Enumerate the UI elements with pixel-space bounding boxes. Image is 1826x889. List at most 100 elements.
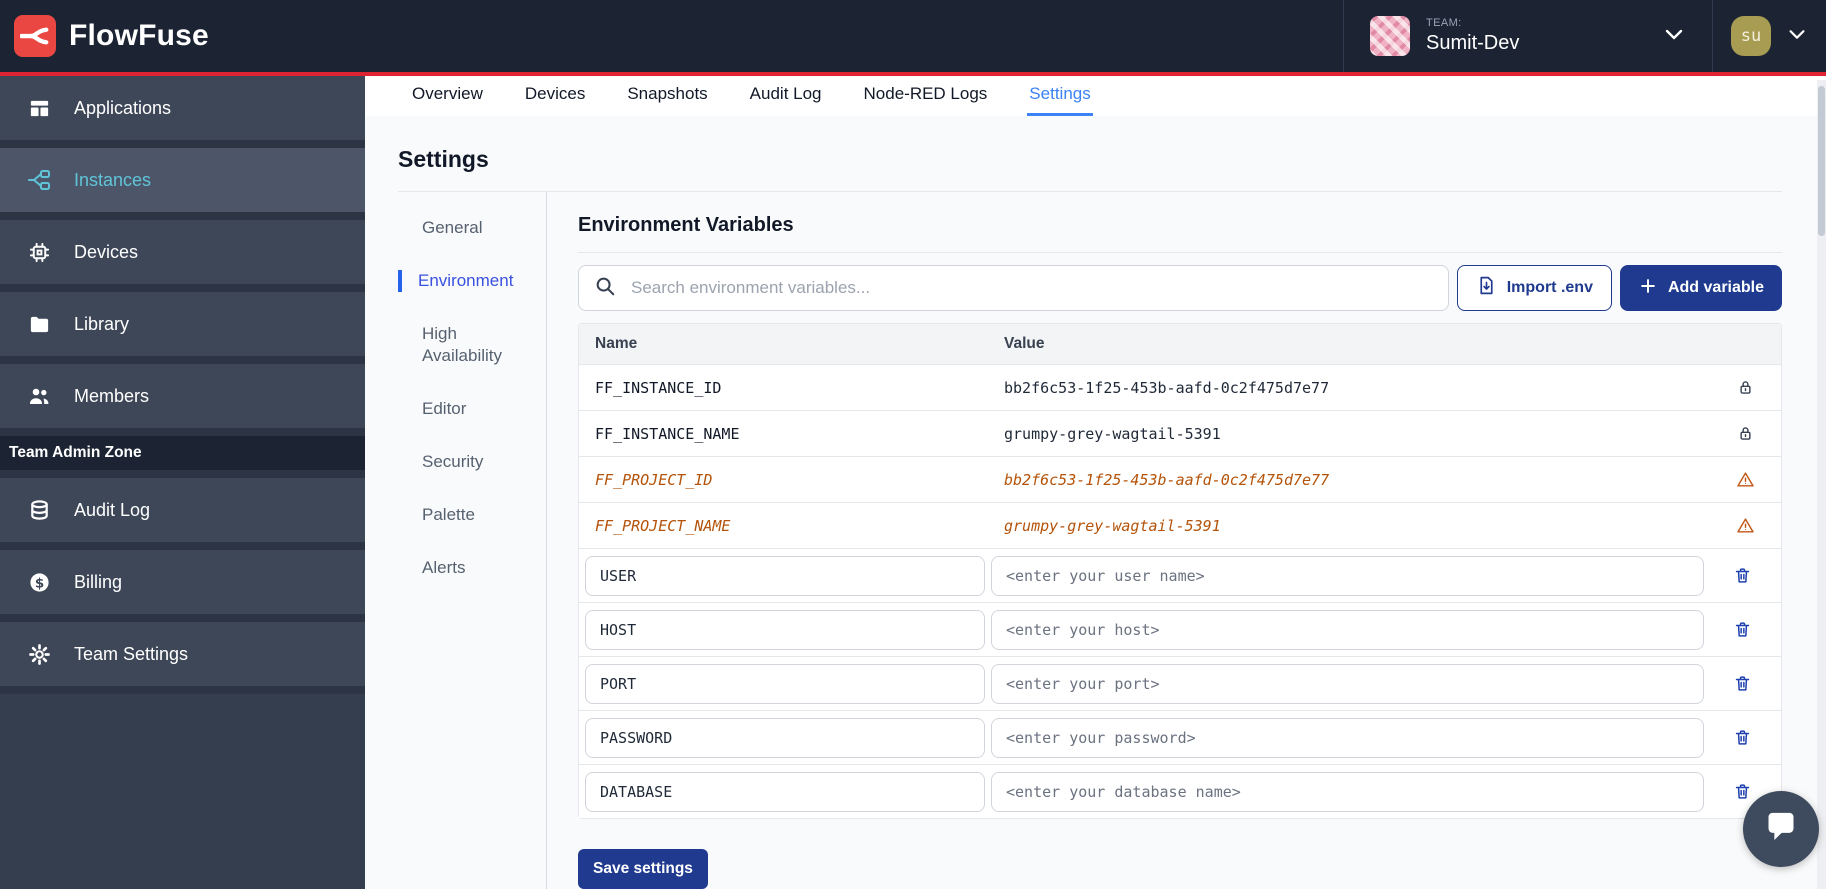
tab-overview[interactable]: Overview <box>410 84 485 116</box>
tab-settings[interactable]: Settings <box>1027 84 1092 116</box>
sidebar-item-label: Library <box>74 314 129 335</box>
team-switcher[interactable]: TEAM: Sumit-Dev <box>1343 0 1713 72</box>
settings-nav-security[interactable]: Security <box>398 451 528 473</box>
brand-name: FlowFuse <box>69 19 209 53</box>
env-var-value: grumpy-grey-wagtail-5391 <box>1004 425 1719 443</box>
sidebar-item-label: Billing <box>74 572 122 593</box>
delete-variable-button[interactable] <box>1731 564 1754 587</box>
sidebar-item-billing[interactable]: $ Billing <box>0 550 365 614</box>
brand[interactable]: FlowFuse <box>0 15 365 57</box>
settings-nav-general[interactable]: General <box>398 217 528 239</box>
sidebar-item-label: Audit Log <box>74 500 150 521</box>
chevron-down-icon <box>1786 23 1808 50</box>
folder-icon <box>27 312 51 336</box>
user-menu[interactable]: su <box>1713 0 1826 72</box>
scrollbar-thumb[interactable] <box>1818 86 1825 236</box>
sidebar-item-label: Devices <box>74 242 138 263</box>
settings-nav-palette[interactable]: Palette <box>398 504 528 526</box>
env-var-name-input[interactable] <box>585 664 985 704</box>
sidebar-item-label: Applications <box>74 98 171 119</box>
users-icon <box>27 384 51 408</box>
column-header-name: Name <box>579 335 1004 353</box>
env-var-name-input[interactable] <box>585 718 985 758</box>
import-env-label: Import .env <box>1507 279 1593 297</box>
settings-nav-high-availability[interactable]: High Availability <box>398 323 528 367</box>
sidebar-filler <box>0 694 365 889</box>
delete-variable-button[interactable] <box>1731 726 1754 749</box>
import-document-icon <box>1476 275 1497 301</box>
lock-icon <box>1719 378 1781 397</box>
settings-nav-environment[interactable]: Environment <box>398 270 528 292</box>
instance-tab-bar: Overview Devices Snapshots Audit Log Nod… <box>365 76 1826 116</box>
sidebar-item-team-settings[interactable]: Team Settings <box>0 622 365 686</box>
tab-snapshots[interactable]: Snapshots <box>625 84 709 116</box>
sidebar-item-label: Team Settings <box>74 644 188 665</box>
env-toolbar: Import .env Add variable <box>578 265 1782 311</box>
instances-icon <box>27 168 51 192</box>
vertical-scrollbar[interactable] <box>1817 80 1826 889</box>
table-row <box>579 656 1781 710</box>
env-var-name: FF_PROJECT_ID <box>579 471 1004 489</box>
sidebar: Applications Instances Devices <box>0 76 365 889</box>
env-var-name: FF_PROJECT_NAME <box>579 517 1004 535</box>
settings-nav-alerts[interactable]: Alerts <box>398 557 528 579</box>
sidebar-item-members[interactable]: Members <box>0 364 365 428</box>
tab-devices[interactable]: Devices <box>523 84 587 116</box>
delete-variable-button[interactable] <box>1731 780 1754 803</box>
tab-node-red-logs[interactable]: Node-RED Logs <box>862 84 990 116</box>
env-var-name: FF_INSTANCE_ID <box>579 379 1004 397</box>
env-var-value-input[interactable] <box>991 718 1704 758</box>
env-var-value-input[interactable] <box>991 664 1704 704</box>
chat-bubble-icon <box>1761 807 1801 852</box>
sidebar-item-audit-log[interactable]: Audit Log <box>0 478 365 542</box>
env-variables-table: Name Value FF_INSTANCE_ID bb2f6c53-1f25-… <box>578 323 1782 819</box>
applications-icon <box>27 96 51 120</box>
add-variable-button[interactable]: Add variable <box>1620 265 1782 311</box>
delete-variable-button[interactable] <box>1731 672 1754 695</box>
gear-icon <box>27 642 51 666</box>
svg-text:$: $ <box>34 576 43 591</box>
save-settings-button[interactable]: Save settings <box>578 849 708 889</box>
settings-page: Settings General Environment High Availa… <box>365 116 1826 889</box>
add-variable-label: Add variable <box>1668 279 1764 297</box>
database-icon <box>27 498 51 522</box>
trash-icon <box>1733 566 1752 585</box>
sidebar-item-applications[interactable]: Applications <box>0 76 365 140</box>
sidebar-item-label: Instances <box>74 170 151 191</box>
environment-panel: Environment Variables <box>547 192 1782 889</box>
env-var-name-input[interactable] <box>585 610 985 650</box>
table-row <box>579 764 1781 818</box>
team-avatar <box>1370 16 1410 56</box>
sidebar-item-devices[interactable]: Devices <box>0 220 365 284</box>
search-input[interactable] <box>629 277 1433 299</box>
sidebar-item-instances[interactable]: Instances <box>0 148 365 212</box>
team-label: TEAM: <box>1426 17 1519 29</box>
search-icon <box>594 275 616 302</box>
env-var-name-input[interactable] <box>585 772 985 812</box>
delete-variable-button[interactable] <box>1731 618 1754 641</box>
chat-widget-button[interactable] <box>1743 791 1819 867</box>
env-var-name-input[interactable] <box>585 556 985 596</box>
table-row <box>579 710 1781 764</box>
page-title: Settings <box>398 146 1782 173</box>
settings-nav-editor[interactable]: Editor <box>398 398 528 420</box>
env-var-value: bb2f6c53-1f25-453b-aafd-0c2f475d7e77 <box>1004 471 1719 489</box>
team-name: Sumit-Dev <box>1426 32 1519 55</box>
env-var-value: grumpy-grey-wagtail-5391 <box>1004 517 1719 535</box>
env-var-value-input[interactable] <box>991 772 1704 812</box>
app-window: FlowFuse TEAM: Sumit-Dev su <box>0 0 1826 889</box>
env-var-value-input[interactable] <box>991 556 1704 596</box>
chevron-down-icon <box>1662 22 1686 51</box>
dollar-icon: $ <box>27 570 51 594</box>
warning-icon <box>1719 470 1781 489</box>
plus-icon <box>1638 276 1658 301</box>
sidebar-item-library[interactable]: Library <box>0 292 365 356</box>
chip-icon <box>27 240 51 264</box>
team-meta: TEAM: Sumit-Dev <box>1426 17 1519 55</box>
import-env-button[interactable]: Import .env <box>1457 265 1612 311</box>
team-admin-zone-label: Team Admin Zone <box>0 436 365 470</box>
env-var-value-input[interactable] <box>991 610 1704 650</box>
tab-audit-log[interactable]: Audit Log <box>748 84 824 116</box>
table-header: Name Value <box>579 324 1781 364</box>
trash-icon <box>1733 620 1752 639</box>
